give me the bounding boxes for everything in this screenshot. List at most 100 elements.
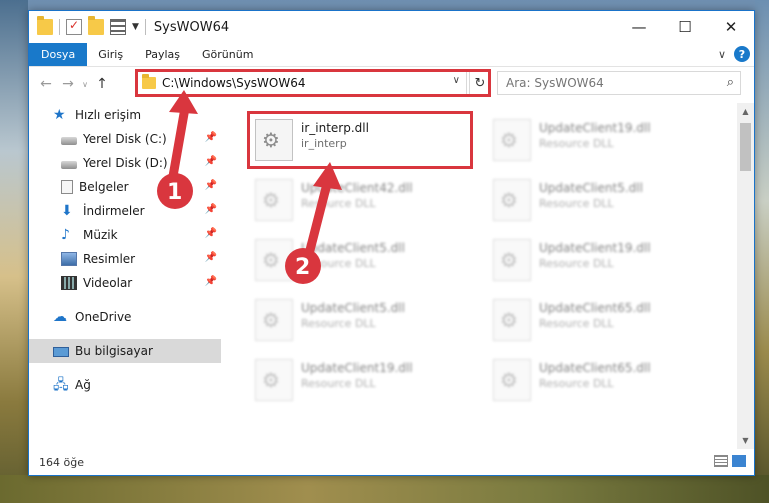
- file-item[interactable]: UpdateClient5.dll Resource DLL: [249, 233, 481, 291]
- music-icon: ♪: [61, 227, 70, 243]
- address-dropdown-icon[interactable]: ∨: [453, 75, 460, 86]
- tab-home[interactable]: Giriş: [87, 43, 134, 66]
- expand-ribbon-icon[interactable]: ∨: [718, 48, 726, 61]
- folder-icon: [142, 74, 156, 89]
- search-input[interactable]: [506, 76, 706, 90]
- pin-icon[interactable]: 📌: [205, 156, 217, 167]
- file-type: Resource DLL: [539, 377, 614, 390]
- sidebar-item-downloads[interactable]: ⬇ İndirmeler 📌: [29, 199, 221, 223]
- sidebar-item-label: OneDrive: [75, 310, 132, 324]
- dll-file-icon: [493, 179, 531, 221]
- sidebar-item-label: Bu bilgisayar: [75, 344, 153, 358]
- window-controls: — ☐ ✕: [616, 11, 754, 43]
- tab-file[interactable]: Dosya: [29, 43, 88, 66]
- file-list: ir_interp.dll ir_interp UpdateClient19.d…: [225, 103, 739, 449]
- tab-view[interactable]: Görünüm: [191, 43, 264, 66]
- address-path[interactable]: C:\Windows\SysWOW64: [162, 76, 306, 90]
- sidebar-item-pictures[interactable]: Resimler 📌: [29, 247, 221, 271]
- file-item[interactable]: UpdateClient19.dll Resource DLL: [249, 353, 481, 411]
- forward-button[interactable]: →: [57, 76, 79, 92]
- minimize-button[interactable]: —: [616, 11, 662, 43]
- star-icon: ★: [53, 107, 66, 123]
- sidebar-item-quick-access[interactable]: ★ Hızlı erişim: [29, 103, 221, 127]
- status-bar: 164 öğe: [29, 449, 754, 475]
- sidebar-item-videos[interactable]: Videolar 📌: [29, 271, 221, 295]
- dll-file-icon: [255, 179, 293, 221]
- pin-icon[interactable]: 📌: [205, 204, 217, 215]
- file-name: ir_interp.dll: [301, 121, 369, 135]
- search-icon[interactable]: ⌕: [727, 75, 734, 90]
- maximize-button[interactable]: ☐: [662, 11, 708, 43]
- sidebar-item-network[interactable]: 🖧 Ağ: [29, 373, 221, 397]
- pin-icon[interactable]: 📌: [205, 180, 217, 191]
- close-button[interactable]: ✕: [708, 11, 754, 43]
- dll-file-icon: [493, 239, 531, 281]
- dll-file-icon: [493, 359, 531, 401]
- folder-icon: [37, 16, 53, 35]
- file-type: Resource DLL: [301, 377, 376, 390]
- file-name: UpdateClient19.dll: [539, 241, 651, 255]
- sidebar-item-documents[interactable]: Belgeler 📌: [29, 175, 221, 199]
- ribbon-tabs: Dosya Giriş Paylaş Görünüm ∨ ?: [29, 43, 754, 67]
- scroll-up-icon[interactable]: ▲: [737, 103, 754, 120]
- search-box[interactable]: ⌕: [497, 71, 741, 95]
- dll-file-icon: [493, 299, 531, 341]
- customize-toolbar-dropdown-icon[interactable]: ▼: [132, 22, 139, 32]
- scrollbar-thumb[interactable]: [740, 123, 751, 171]
- file-item-ir-interp[interactable]: ir_interp.dll ir_interp: [249, 113, 481, 171]
- pin-icon[interactable]: 📌: [205, 252, 217, 263]
- desktop-background-bottom: [0, 475, 769, 503]
- up-button[interactable]: ↑: [91, 76, 113, 92]
- sidebar-item-local-disk-d[interactable]: Yerel Disk (D:) 📌: [29, 151, 221, 175]
- videos-icon: [61, 276, 77, 290]
- file-item[interactable]: UpdateClient65.dll Resource DLL: [487, 293, 719, 351]
- file-item[interactable]: UpdateClient19.dll Resource DLL: [487, 113, 719, 171]
- file-type: Resource DLL: [539, 257, 614, 270]
- details-view-icon[interactable]: [714, 455, 728, 467]
- address-bar[interactable]: C:\Windows\SysWOW64 ∨: [137, 71, 467, 95]
- file-name: UpdateClient65.dll: [539, 301, 651, 315]
- sidebar-item-onedrive[interactable]: ☁ OneDrive: [29, 305, 221, 329]
- file-name: UpdateClient19.dll: [301, 361, 413, 375]
- file-name: UpdateClient5.dll: [301, 301, 405, 315]
- view-icon[interactable]: [110, 19, 126, 35]
- sidebar-item-this-pc[interactable]: Bu bilgisayar: [29, 339, 221, 363]
- back-button[interactable]: ←: [35, 76, 57, 92]
- file-item[interactable]: UpdateClient42.dll Resource DLL: [249, 173, 481, 231]
- navigation-pane: ★ Hızlı erişim Yerel Disk (C:) 📌 Yerel D…: [29, 103, 221, 449]
- desktop-background-right: [755, 0, 769, 503]
- window-title: SysWOW64: [153, 19, 230, 35]
- file-item[interactable]: UpdateClient19.dll Resource DLL: [487, 233, 719, 291]
- dll-file-icon: [255, 119, 293, 161]
- vertical-scrollbar[interactable]: ▲ ▼: [737, 103, 754, 449]
- sidebar-item-label: Yerel Disk (C:): [83, 132, 167, 146]
- navigation-bar: ← → ∨ ↑ C:\Windows\SysWOW64 ∨ ↻ ⌕: [29, 67, 754, 101]
- tiles-view-icon[interactable]: [732, 455, 746, 467]
- sidebar-item-local-disk-c[interactable]: Yerel Disk (C:) 📌: [29, 127, 221, 151]
- file-item[interactable]: UpdateClient5.dll Resource DLL: [487, 173, 719, 231]
- downloads-icon: ⬇: [61, 203, 73, 219]
- pin-icon[interactable]: 📌: [205, 276, 217, 287]
- sidebar-item-music[interactable]: ♪ Müzik 📌: [29, 223, 221, 247]
- scroll-down-icon[interactable]: ▼: [737, 432, 754, 449]
- pin-icon[interactable]: 📌: [205, 228, 217, 239]
- new-folder-icon[interactable]: [88, 16, 104, 35]
- file-type: Resource DLL: [539, 317, 614, 330]
- sidebar-item-label: Yerel Disk (D:): [83, 156, 168, 170]
- dll-file-icon: [255, 239, 293, 281]
- disk-icon: [61, 136, 77, 145]
- recent-locations-icon[interactable]: ∨: [79, 80, 91, 89]
- pin-icon[interactable]: 📌: [205, 132, 217, 143]
- tab-share[interactable]: Paylaş: [134, 43, 191, 66]
- sidebar-item-label: Ağ: [75, 378, 91, 392]
- file-item[interactable]: UpdateClient5.dll Resource DLL: [249, 293, 481, 351]
- file-item[interactable]: UpdateClient65.dll Resource DLL: [487, 353, 719, 411]
- properties-icon[interactable]: [66, 18, 82, 35]
- refresh-button[interactable]: ↻: [469, 71, 491, 95]
- file-type: ir_interp: [301, 137, 347, 150]
- help-icon[interactable]: ?: [734, 46, 750, 62]
- sidebar-item-label: Belgeler: [79, 180, 129, 194]
